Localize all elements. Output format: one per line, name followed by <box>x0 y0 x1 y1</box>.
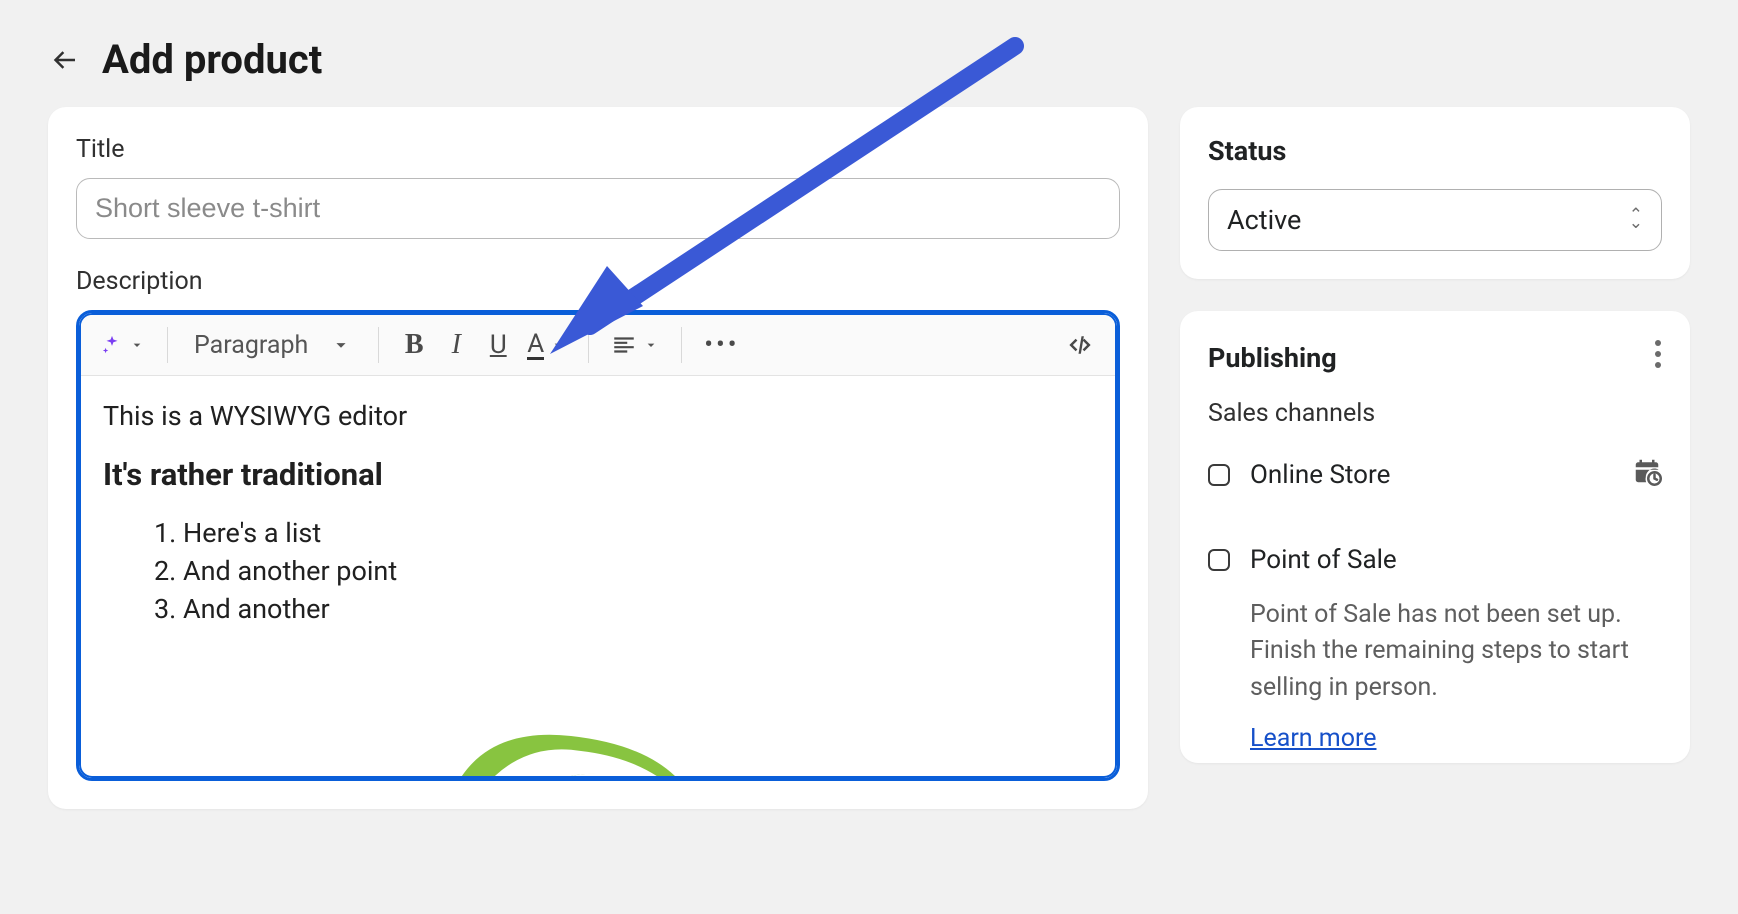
arrow-left-icon <box>50 45 80 75</box>
channel-online-store: Online Store <box>1208 450 1662 499</box>
align-button[interactable] <box>605 325 665 365</box>
list-item: Here's a list <box>183 517 1093 549</box>
status-value: Active <box>1227 204 1301 236</box>
channel-label: Online Store <box>1250 460 1390 490</box>
editor-ordered-list: Here's a list And another point And anot… <box>103 517 1093 625</box>
select-chevrons-icon: ⌃⌄ <box>1629 212 1643 227</box>
publishing-more-button[interactable] <box>1654 339 1662 377</box>
toolbar-separator <box>378 327 379 363</box>
page-header: Add product <box>0 0 1738 107</box>
html-view-button[interactable] <box>1059 325 1101 365</box>
chevron-down-icon <box>643 337 659 353</box>
underline-button[interactable]: U <box>479 325 517 365</box>
toolbar-separator <box>588 327 589 363</box>
list-item: And another <box>183 593 1093 625</box>
bold-button[interactable]: B <box>395 325 433 365</box>
toolbar-separator <box>167 327 168 363</box>
editor-heading: It's rather traditional <box>103 456 1093 493</box>
block-style-label: Paragraph <box>194 331 308 360</box>
title-input[interactable] <box>76 178 1120 239</box>
publishing-heading-label: Publishing <box>1208 342 1337 374</box>
underline-icon: U <box>490 330 507 360</box>
status-select[interactable]: Active ⌃⌄ <box>1208 189 1662 251</box>
channel-label: Point of Sale <box>1250 545 1397 575</box>
back-button[interactable] <box>48 43 82 77</box>
more-button[interactable]: ••• <box>698 325 745 365</box>
list-item: And another point <box>183 555 1093 587</box>
align-left-icon <box>611 332 637 358</box>
page-title: Add product <box>102 36 322 83</box>
status-card: Status Active ⌃⌄ <box>1180 107 1690 279</box>
description-label: Description <box>76 267 1120 296</box>
publishing-heading: Publishing <box>1208 339 1662 377</box>
learn-more-link[interactable]: Learn more <box>1250 724 1376 753</box>
editor-paragraph: This is a WYSIWYG editor <box>103 400 1093 432</box>
chevron-down-icon <box>550 337 566 353</box>
toolbar-separator <box>681 327 682 363</box>
title-label: Title <box>76 135 1120 164</box>
calendar-clock-icon <box>1632 456 1662 486</box>
channel-point-of-sale: Point of Sale <box>1208 539 1662 581</box>
product-main-card: Title Description Paragraph <box>48 107 1148 809</box>
editor-content-area[interactable]: This is a WYSIWYG editor It's rather tra… <box>81 376 1115 776</box>
image-placeholder-icon <box>421 686 721 776</box>
block-style-select[interactable]: Paragraph <box>184 331 362 360</box>
kebab-icon <box>1654 339 1662 369</box>
italic-button[interactable]: I <box>437 325 475 365</box>
text-color-icon: A <box>527 331 544 360</box>
description-editor: Paragraph B I U <box>76 310 1120 781</box>
sparkle-icon <box>101 334 123 356</box>
chevron-down-icon <box>129 337 145 353</box>
status-heading: Status <box>1208 135 1662 167</box>
channel-note: Point of Sale has not been set up. Finis… <box>1250 597 1662 706</box>
code-icon <box>1065 330 1095 360</box>
chevron-down-icon <box>330 334 352 356</box>
ellipsis-icon: ••• <box>704 330 739 360</box>
ai-magic-button[interactable] <box>95 325 151 365</box>
channel-marker-icon <box>1208 549 1230 571</box>
text-color-button[interactable]: A <box>521 325 572 365</box>
channel-marker-icon <box>1208 464 1230 486</box>
schedule-button[interactable] <box>1632 456 1662 493</box>
sales-channels-subheading: Sales channels <box>1208 399 1662 428</box>
italic-icon: I <box>452 329 461 361</box>
bold-icon: B <box>405 329 424 361</box>
status-heading-label: Status <box>1208 135 1286 167</box>
editor-toolbar: Paragraph B I U <box>81 315 1115 376</box>
publishing-card: Publishing Sales channels Online Store P… <box>1180 311 1690 763</box>
